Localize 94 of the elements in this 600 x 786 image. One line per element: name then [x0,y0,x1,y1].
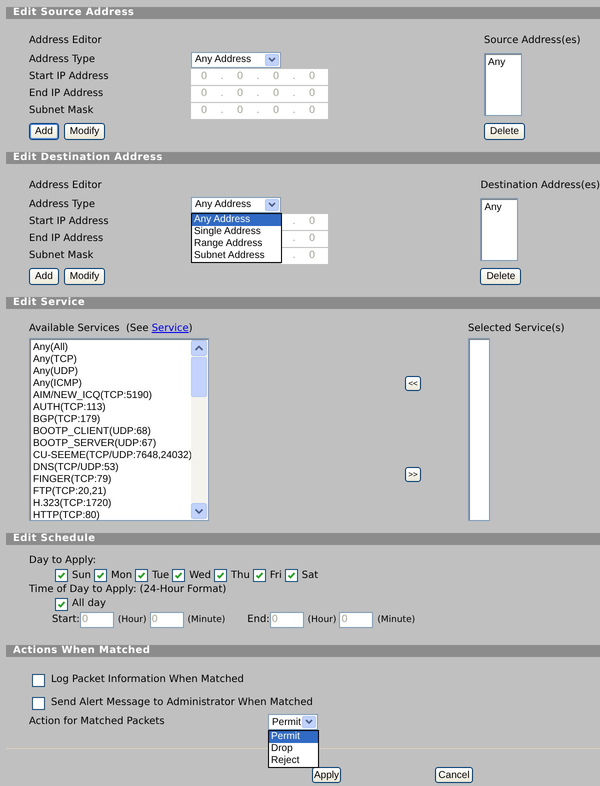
checkbox[interactable] [55,569,68,582]
section-header: Edit Service [6,297,600,309]
dropdown-option[interactable]: Permit [269,731,318,743]
checkbox[interactable] [214,569,228,582]
unit-label: (Hour) [308,615,336,625]
action-label: Action for Matched Packets [29,715,166,729]
list-option[interactable]: BOOTP_CLIENT(UDP:68) [33,426,208,438]
action-button[interactable]: Modify [64,123,106,140]
day-name: Thu [231,568,250,582]
list-option[interactable]: AIM/NEW_ICQ(TCP:5190) [33,390,208,402]
list-option[interactable]: DNS(TCP/UDP:53) [33,462,208,474]
services-listbox[interactable] [29,338,209,521]
day-name: Tue [152,568,170,582]
selected-services-listbox[interactable] [468,338,490,521]
scrollbar-thumb[interactable] [191,357,207,397]
list-option[interactable]: Any(ICMP) [33,378,208,390]
day-name: Fri [270,568,282,582]
scrollbar[interactable] [191,340,207,519]
option-label: Log Packet Information When Matched [51,673,244,687]
checkbox[interactable] [172,569,186,582]
list-option[interactable]: Any [484,202,518,214]
apply-button[interactable]: Apply [312,767,341,783]
day-name: Wed [189,568,212,582]
list-option[interactable]: FTP(TCP:20,21) [33,486,208,498]
list-option[interactable]: Any(All) [33,342,208,354]
address-list-label: Source Address(es) [484,34,581,48]
chevron-down-icon[interactable] [265,54,279,66]
checkbox[interactable] [32,674,45,686]
field-label: End IP Address [29,232,104,246]
action-select[interactable]: Permit [268,714,318,730]
list-option[interactable]: AUTH(TCP:113) [33,402,208,414]
address-editor-label: Address Editor [29,179,103,193]
list-option[interactable]: H.323(TCP:1720) [33,498,208,510]
field-label: Address Type [29,52,96,66]
dropdown-menu[interactable]: Any Address Single Address Range Address Subnet Address [191,212,282,262]
address-listbox[interactable]: Any [480,198,518,261]
service-link[interactable]: Service [152,323,189,334]
action-button[interactable]: Add [29,268,59,285]
section-header: Edit Destination Address [6,152,600,164]
checkbox[interactable] [284,569,298,582]
selected-services-label: Selected Service(s) [468,322,564,336]
dropdown-option[interactable]: Any Address [192,214,281,226]
day-name: Sun [72,568,92,582]
list-option[interactable]: HTTP(TCP:80) [33,510,208,520]
section-header: Edit Source Address [6,7,600,19]
list-option[interactable]: BGP(TCP:179) [33,414,208,426]
field-label: Subnet Mask [29,104,94,118]
unit-label: (Hour) [118,615,147,625]
checkbox[interactable] [135,569,148,582]
list-option[interactable]: BOOTP_SERVER(UDP:67) [33,438,208,450]
chevron-down-icon[interactable] [302,716,316,728]
action-button[interactable]: Modify [64,268,106,285]
checkbox[interactable] [55,598,68,610]
checkbox[interactable] [32,696,45,710]
move-button[interactable]: << [405,376,421,391]
cancel-button[interactable]: Cancel [435,767,473,783]
move-button[interactable]: >> [405,467,421,482]
section-header: Edit Schedule [6,533,600,545]
field-label: Address Type [29,198,96,212]
action-button[interactable]: Add [29,123,59,140]
day-name: Sat [302,568,318,582]
scroll-up-icon[interactable] [191,340,207,356]
field-label: Subnet Mask [29,248,94,262]
checkbox[interactable] [94,569,108,582]
field-label: Start IP Address [29,214,110,228]
unit-label: (Minute) [377,615,416,625]
delete-button[interactable]: Delete [484,123,525,140]
delete-button[interactable]: Delete [480,268,522,285]
time-field-label: Start: [52,613,80,627]
address-editor-label: Address Editor [29,34,103,48]
address-listbox[interactable]: Any [484,53,522,116]
field-label: End IP Address [29,86,104,100]
all-day-label: All day [72,597,106,611]
scroll-down-icon[interactable] [191,503,207,519]
list-option[interactable]: FINGER(TCP:79) [33,474,208,486]
unit-label: (Minute) [188,615,226,625]
day-name: Mon [111,568,132,582]
address-list-label: Destination Address(es) [480,179,600,193]
time-field-label: End: [247,613,270,627]
option-label: Send Alert Message to Administrator When Matched [51,696,313,710]
list-option[interactable]: Any [488,57,521,69]
list-option[interactable]: Any(UDP) [33,366,208,378]
field-label: Start IP Address [29,70,110,84]
available-services-label: Available Services (See Service) [29,322,194,336]
time-label: Time of Day to Apply: (24-Hour Format) [29,583,226,597]
section-header: Actions When Matched [6,645,600,657]
list-option[interactable]: CU-SEEME(TCP/UDP:7648,24032) [33,450,208,462]
list-option[interactable]: Any(TCP) [33,354,208,366]
day-label: Day to Apply: [29,554,96,568]
address-type-select[interactable]: Any Address [191,196,281,212]
checkbox[interactable] [252,569,266,582]
dropdown-menu[interactable]: Permit Drop Reject [268,730,319,768]
chevron-down-icon[interactable] [265,198,279,210]
address-type-select[interactable]: Any Address [191,52,281,68]
